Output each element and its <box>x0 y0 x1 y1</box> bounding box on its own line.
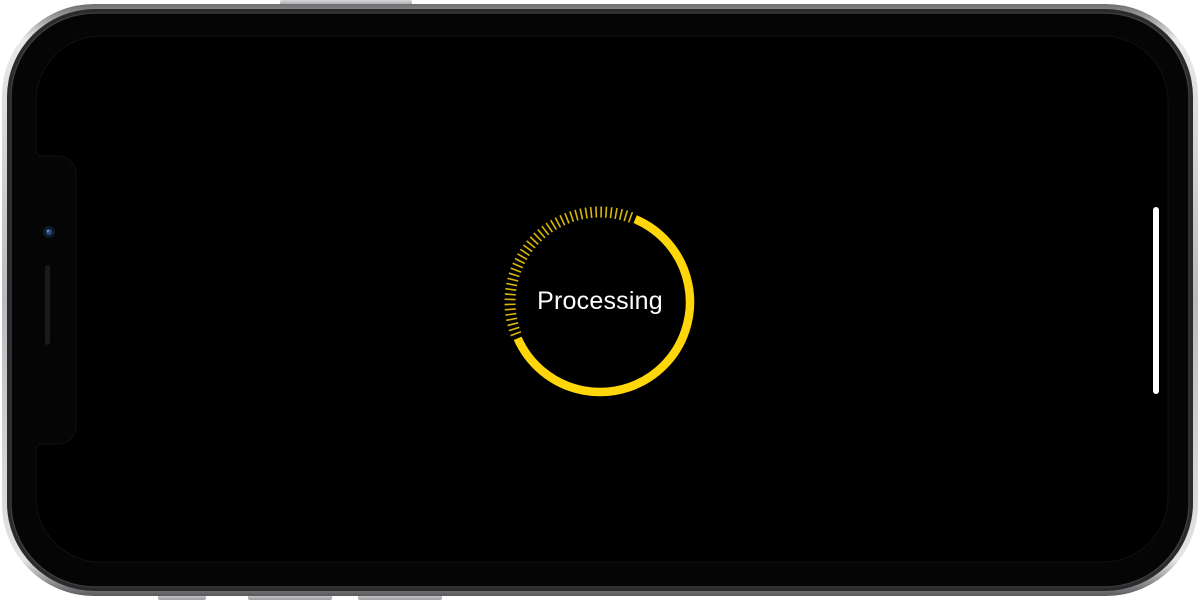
front-camera-icon <box>43 226 55 238</box>
home-indicator[interactable] <box>1153 207 1159 394</box>
ring-tick <box>604 206 608 218</box>
ring-tick <box>589 206 593 218</box>
processing-label: Processing <box>537 287 663 315</box>
device-stage: Processing <box>0 0 1200 600</box>
earpiece-speaker-icon <box>45 265 50 345</box>
